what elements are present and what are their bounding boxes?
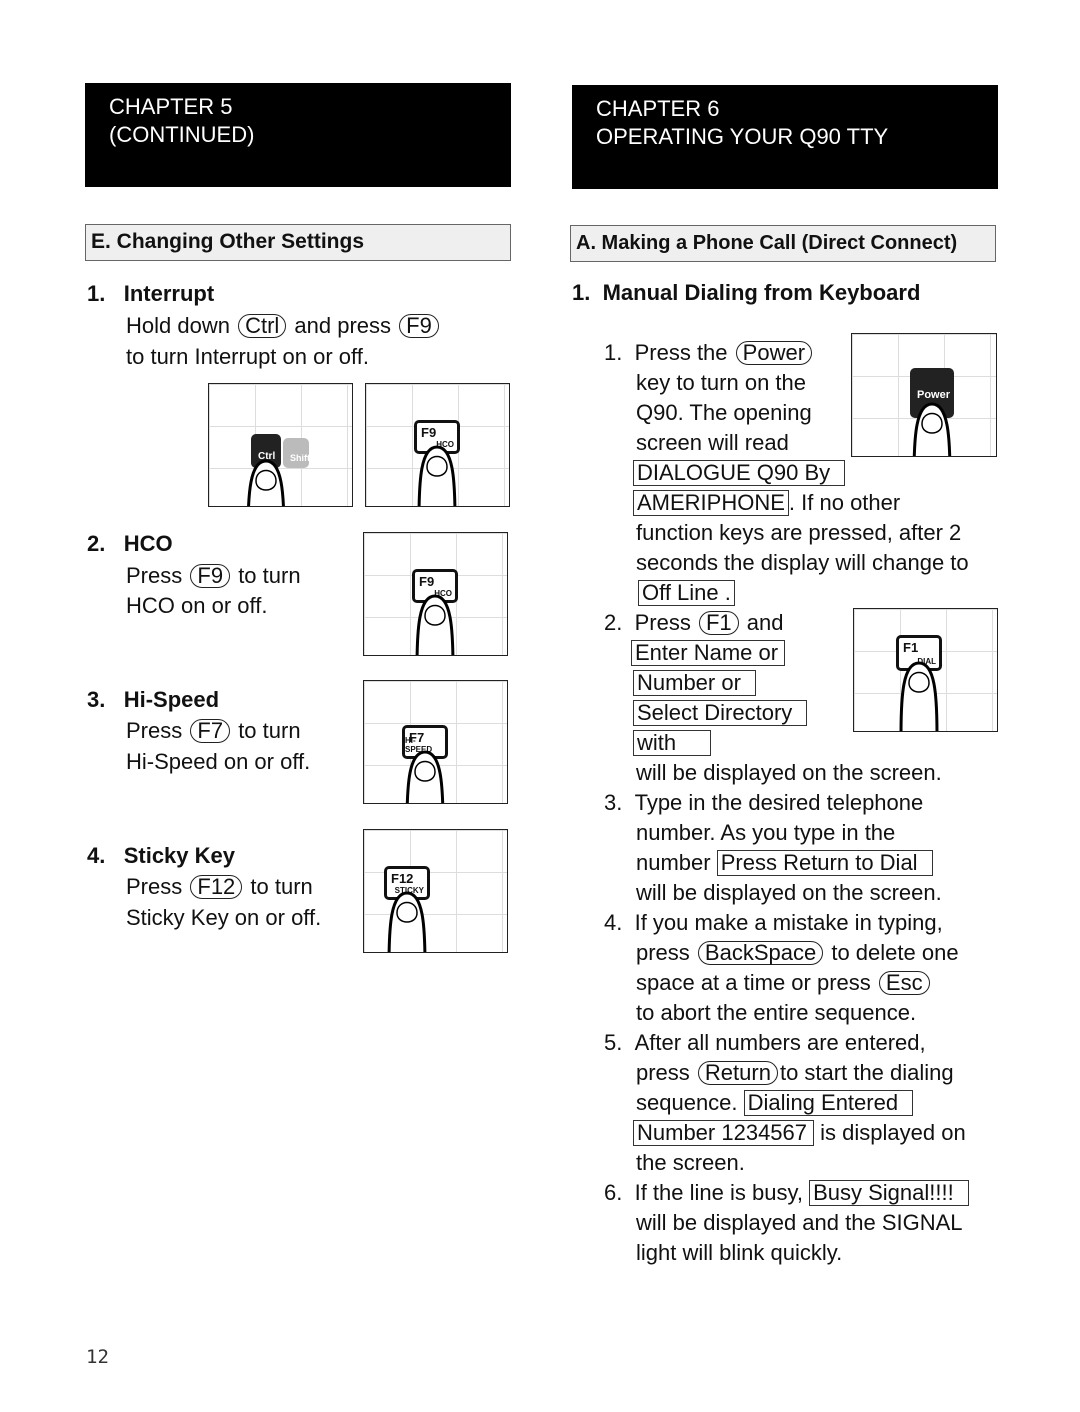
- key-f9: F9: [399, 314, 439, 338]
- key-backspace: BackSpace: [697, 941, 824, 965]
- display-text: Dialing Entered: [743, 1090, 914, 1116]
- chapter-6-banner: CHAPTER 6 OPERATING YOUR Q90 TTY: [572, 85, 998, 189]
- step-3: 3. Type in the desired telephone: [604, 790, 924, 815]
- sticky-key-text-2: Sticky Key on or off.: [126, 905, 322, 930]
- step-6-line: light will blink quickly.: [636, 1240, 843, 1265]
- step-4-line: to abort the entire sequence.: [636, 1000, 917, 1025]
- key-return: Return: [697, 1061, 778, 1085]
- chapter-subtitle: OPERATING YOUR Q90 TTY: [596, 124, 889, 149]
- f7-key-illustration: F7 HI-SPEED: [363, 680, 508, 804]
- item-heading-hco: 2. HCO: [87, 531, 173, 556]
- chapter-title: CHAPTER 5: [109, 94, 233, 119]
- step-1: 1. Press the Power: [604, 338, 814, 368]
- step-6-line: will be displayed and the SIGNAL: [636, 1210, 963, 1235]
- f12-key-illustration: F12 STICKY: [363, 829, 508, 953]
- step-4: 4. If you make a mistake in typing,: [604, 910, 943, 935]
- item-heading-hi-speed: 3. Hi-Speed: [87, 687, 220, 712]
- key-ctrl: Ctrl: [238, 314, 287, 338]
- sticky-key-text: Press F12 to turn: [126, 874, 313, 899]
- step-3-line: will be displayed on the screen.: [636, 880, 942, 905]
- key-power: Power: [735, 341, 813, 365]
- display-text: Press Return to Dial: [716, 850, 933, 876]
- key-f1: F1: [698, 611, 739, 635]
- step-2-line: will be displayed on the screen.: [636, 760, 942, 785]
- step-2: 2. Press F1 and: [604, 610, 784, 635]
- display-text: Select Directory: [633, 700, 808, 726]
- chapter-subtitle: (CONTINUED): [109, 122, 255, 147]
- finger-icon: [415, 594, 455, 655]
- finger-icon: [247, 459, 285, 506]
- subheading-manual-dialing: 1. Manual Dialing from Keyboard: [572, 280, 921, 305]
- section-heading-a: A. Making a Phone Call (Direct Connect): [570, 225, 996, 262]
- ctrl-key-illustration: Ctrl Shift: [208, 383, 353, 507]
- finger-icon: [405, 750, 445, 803]
- interrupt-text: Hold down Ctrl and press F9: [126, 311, 441, 341]
- step-1-line: Q90. The opening: [636, 400, 812, 425]
- display-text: Off Line .: [638, 580, 735, 606]
- item-heading-sticky-key: 4. Sticky Key: [87, 843, 235, 868]
- chapter-title: CHAPTER 6: [596, 96, 720, 121]
- f1-key-illustration: F1 DIAL: [853, 608, 998, 732]
- display-text: with: [633, 730, 712, 756]
- display-text: AMERIPHONE: [633, 490, 789, 516]
- step-1-line: function keys are pressed, after 2: [636, 520, 962, 545]
- step-6: 6. If the line is busy, Busy Signal!!!!: [604, 1178, 969, 1208]
- hi-speed-text: Press F7 to turn: [126, 718, 301, 743]
- finger-icon: [417, 445, 457, 506]
- display-text: Number 1234567: [633, 1120, 815, 1146]
- hi-speed-text-2: Hi-Speed on or off.: [126, 749, 311, 774]
- power-key-illustration: Power: [851, 333, 997, 457]
- display-text: Busy Signal!!!!: [809, 1180, 969, 1206]
- step-5-line: the screen.: [636, 1150, 745, 1175]
- key-f7: F7: [190, 719, 231, 743]
- step-1-line: key to turn on the: [636, 370, 806, 395]
- key-esc: Esc: [878, 971, 930, 995]
- step-1-line: seconds the display will change to: [636, 550, 969, 575]
- f9-key-illustration: F9 HCO: [365, 383, 510, 507]
- display-text: Number or: [633, 670, 756, 696]
- item-heading-interrupt: 1. Interrupt: [87, 281, 215, 306]
- page-number: 12: [86, 1346, 109, 1368]
- hco-text: Press F9 to turn: [126, 563, 301, 588]
- section-heading-e: E. Changing Other Settings: [85, 224, 511, 261]
- interrupt-text-2: to turn Interrupt on or off.: [126, 344, 369, 369]
- key-f12: F12: [190, 875, 243, 899]
- chapter-5-banner: CHAPTER 5 (CONTINUED): [85, 83, 511, 187]
- display-text: Enter Name or: [631, 640, 786, 666]
- hco-text-2: HCO on or off.: [126, 593, 268, 618]
- display-text: DIALOGUE Q90 By: [633, 460, 846, 486]
- step-3-line: number. As you type in the: [636, 820, 896, 845]
- key-f9: F9: [190, 564, 231, 588]
- step-1-line: screen will read: [636, 430, 789, 455]
- finger-icon: [899, 661, 939, 731]
- hco-key-illustration: F9 HCO: [363, 532, 508, 656]
- step-5: 5. After all numbers are entered,: [604, 1030, 926, 1055]
- finger-icon: [387, 891, 427, 952]
- finger-icon: [912, 401, 952, 456]
